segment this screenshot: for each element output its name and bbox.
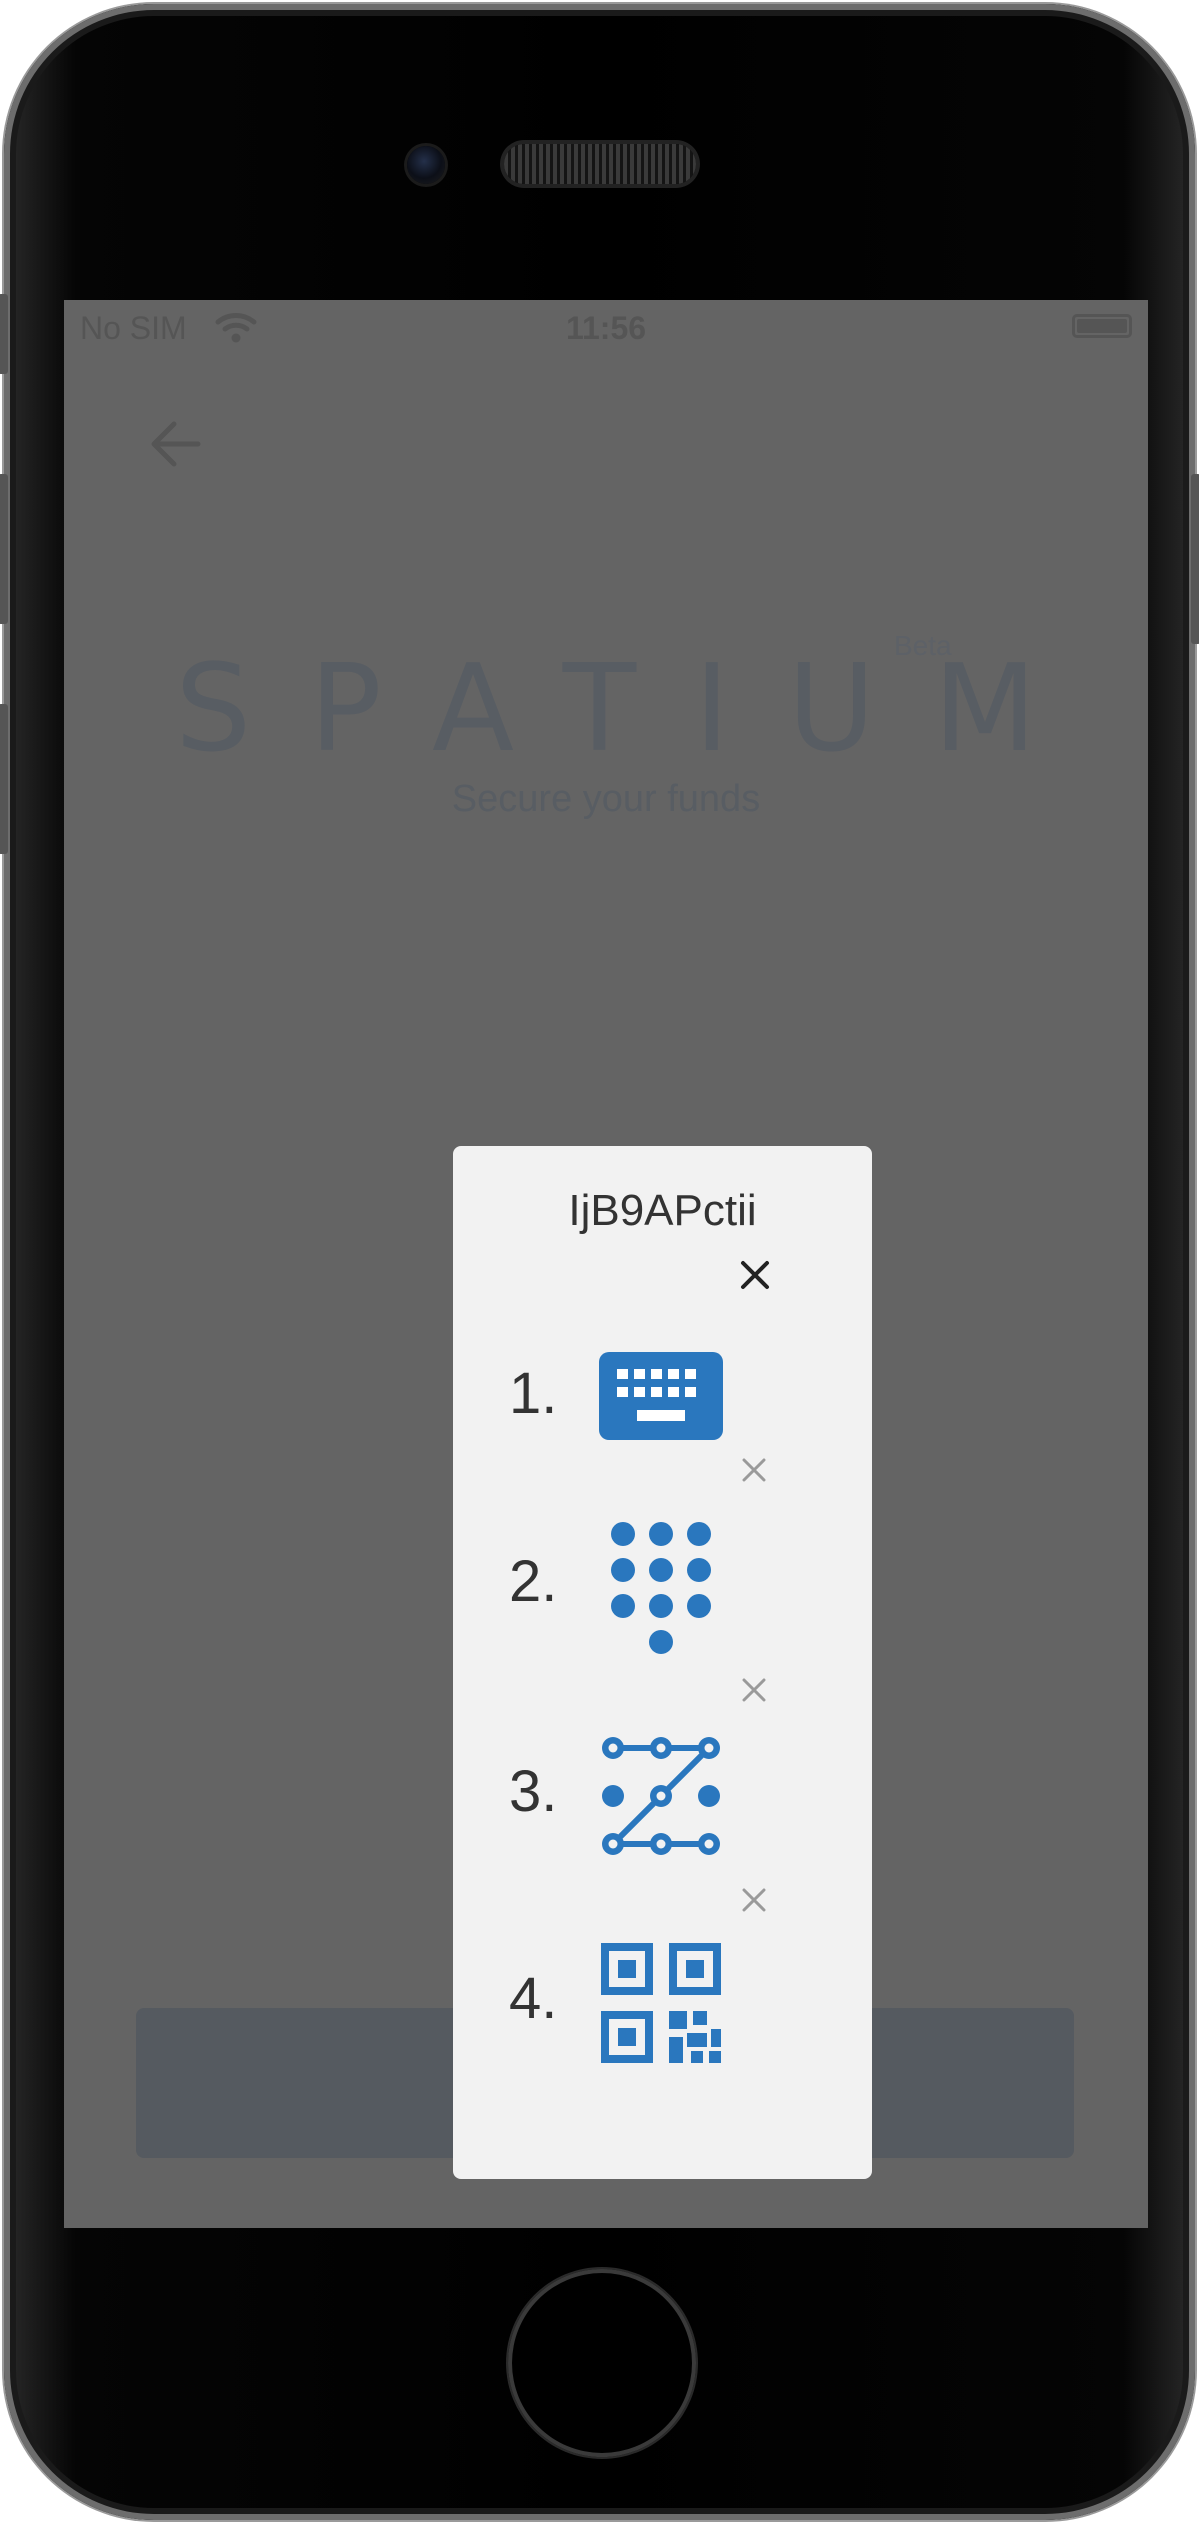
method-row-4: 4. (453, 1941, 872, 2063)
remove-method-4-icon[interactable] (740, 1886, 768, 1914)
volume-up-button (0, 474, 8, 624)
pin-pad-icon[interactable] (599, 1520, 723, 1660)
mute-switch (0, 294, 8, 374)
qr-code-icon[interactable] (599, 1941, 723, 2065)
phone-frame: No SIM 11:56 SPATIUM Beta Secure your fu… (0, 4, 1199, 2520)
keyboard-icon[interactable] (599, 1336, 723, 1460)
method-row-2: 2. (453, 1522, 872, 1654)
back-arrow-icon[interactable] (144, 412, 208, 476)
screen: No SIM 11:56 SPATIUM Beta Secure your fu… (64, 300, 1148, 2228)
remove-method-2-icon[interactable] (740, 1456, 768, 1484)
method-row-3: 3. (453, 1734, 872, 1855)
battery-icon (1072, 314, 1132, 338)
auth-methods-dialog: IjB9APctii 1. 2. 3. 4. (453, 1146, 872, 2179)
remove-method-3-icon[interactable] (740, 1676, 768, 1704)
method-number: 1. (509, 1361, 558, 1426)
volume-down-button (0, 704, 8, 854)
tagline: Secure your funds (451, 778, 761, 820)
dialog-title: IjB9APctii (568, 1186, 757, 1235)
method-row-1: 1. (453, 1336, 872, 1456)
pattern-lock-icon[interactable] (599, 1734, 723, 1858)
front-camera (407, 146, 445, 184)
logo: SPATIUM (64, 640, 1148, 779)
method-number: 3. (509, 1759, 558, 1824)
close-dialog-icon[interactable] (738, 1258, 772, 1292)
power-button (1191, 474, 1199, 644)
beta-badge: Beta (894, 630, 952, 661)
method-number: 4. (509, 1966, 558, 2031)
home-button[interactable] (508, 2269, 696, 2457)
status-bar: No SIM 11:56 (64, 300, 1148, 356)
status-time: 11:56 (565, 310, 647, 346)
earpiece-speaker (504, 144, 696, 184)
method-number: 2. (509, 1549, 558, 1614)
